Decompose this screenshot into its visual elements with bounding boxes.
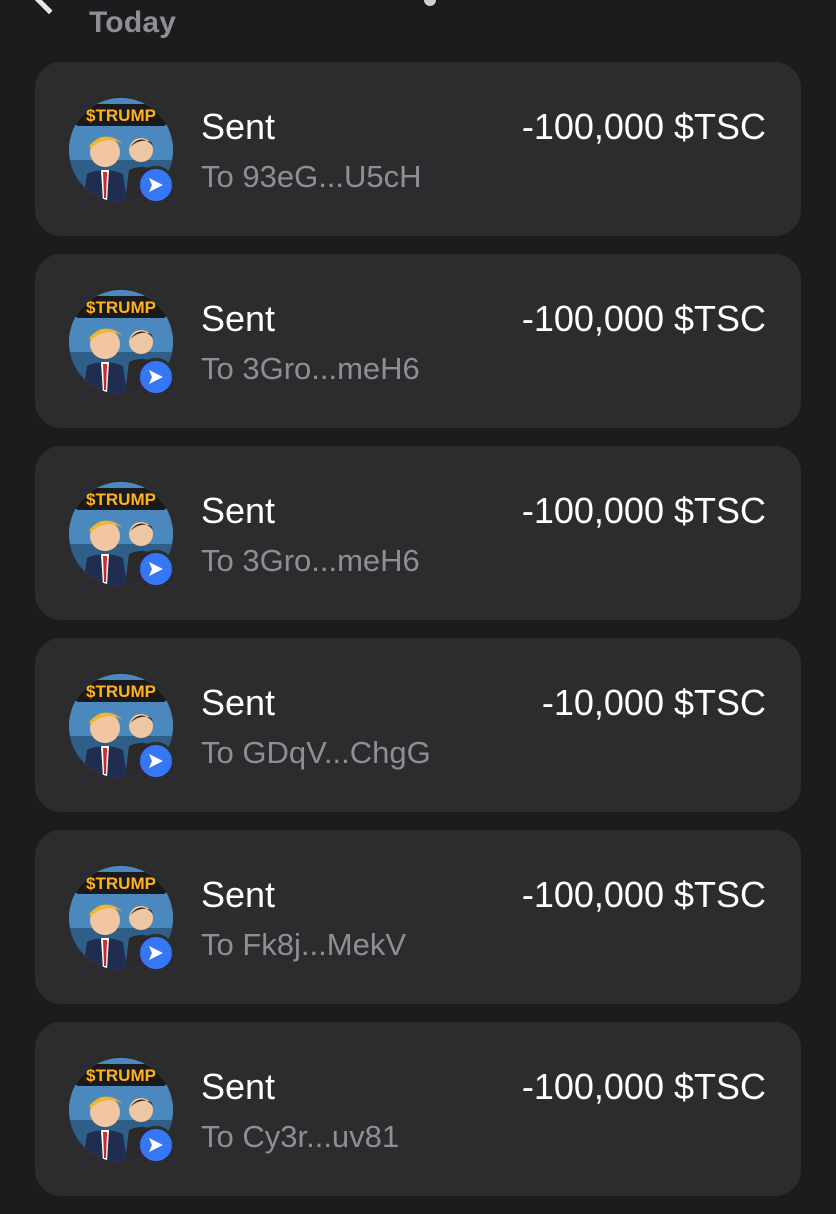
svg-text:$TRUMP: $TRUMP <box>86 490 156 509</box>
transaction-row[interactable]: $TRUMP Sent To 3Gro...meH6 -100,000 $TSC <box>35 446 801 620</box>
transaction-recipient: To Fk8j...MekV <box>201 927 406 962</box>
transaction-title: Sent <box>201 874 276 915</box>
svg-text:$TRUMP: $TRUMP <box>86 1066 156 1085</box>
transaction-list: $TRUMP Sent To 93eG...U5cH -100,000 $TSC <box>35 62 801 1214</box>
send-icon <box>137 550 175 588</box>
transaction-amount: -100,000 $TSC <box>521 874 766 915</box>
send-icon <box>137 742 175 780</box>
send-icon <box>137 1126 175 1164</box>
transaction-row[interactable]: $TRUMP Sent To 93eG...U5cH -100,000 $TSC <box>35 62 801 236</box>
transaction-recipient: To GDqV...ChgG <box>201 735 431 770</box>
send-icon <box>137 166 175 204</box>
transaction-amount: -100,000 $TSC <box>521 298 766 339</box>
transaction-recipient: To 3Gro...meH6 <box>201 351 420 386</box>
transaction-title: Sent <box>201 1066 276 1107</box>
transaction-title: Sent <box>201 298 276 339</box>
transaction-title: Sent <box>201 106 276 147</box>
transaction-title: Sent <box>201 490 276 531</box>
send-icon <box>137 358 175 396</box>
section-label-today: Today <box>89 6 177 39</box>
transaction-amount: -100,000 $TSC <box>521 106 766 147</box>
transaction-recipient: To Cy3r...uv81 <box>201 1119 400 1154</box>
transaction-row[interactable]: $TRUMP Sent To 3Gro...meH6 -100,000 $TSC <box>35 254 801 428</box>
transaction-recipient: To 93eG...U5cH <box>201 159 422 194</box>
transaction-row[interactable]: $TRUMP Sent To Fk8j...MekV -100,000 $TSC <box>35 830 801 1004</box>
transaction-title: Sent <box>201 682 276 723</box>
transaction-row[interactable]: $TRUMP Sent To Cy3r...uv81 -100,000 $TSC <box>35 1022 801 1196</box>
transaction-amount: -100,000 $TSC <box>521 1066 766 1107</box>
svg-text:$TRUMP: $TRUMP <box>86 682 156 701</box>
transaction-recipient: To 3Gro...meH6 <box>201 543 420 578</box>
send-icon <box>137 934 175 972</box>
back-icon[interactable] <box>27 0 71 15</box>
svg-text:$TRUMP: $TRUMP <box>86 874 156 893</box>
transaction-amount: -100,000 $TSC <box>521 490 766 531</box>
transaction-amount: -10,000 $TSC <box>541 682 766 723</box>
svg-text:$TRUMP: $TRUMP <box>86 106 156 125</box>
header-dot <box>424 0 436 6</box>
transaction-row[interactable]: $TRUMP Sent To GDqV...ChgG -10,000 $TSC <box>35 638 801 812</box>
svg-text:$TRUMP: $TRUMP <box>86 298 156 317</box>
